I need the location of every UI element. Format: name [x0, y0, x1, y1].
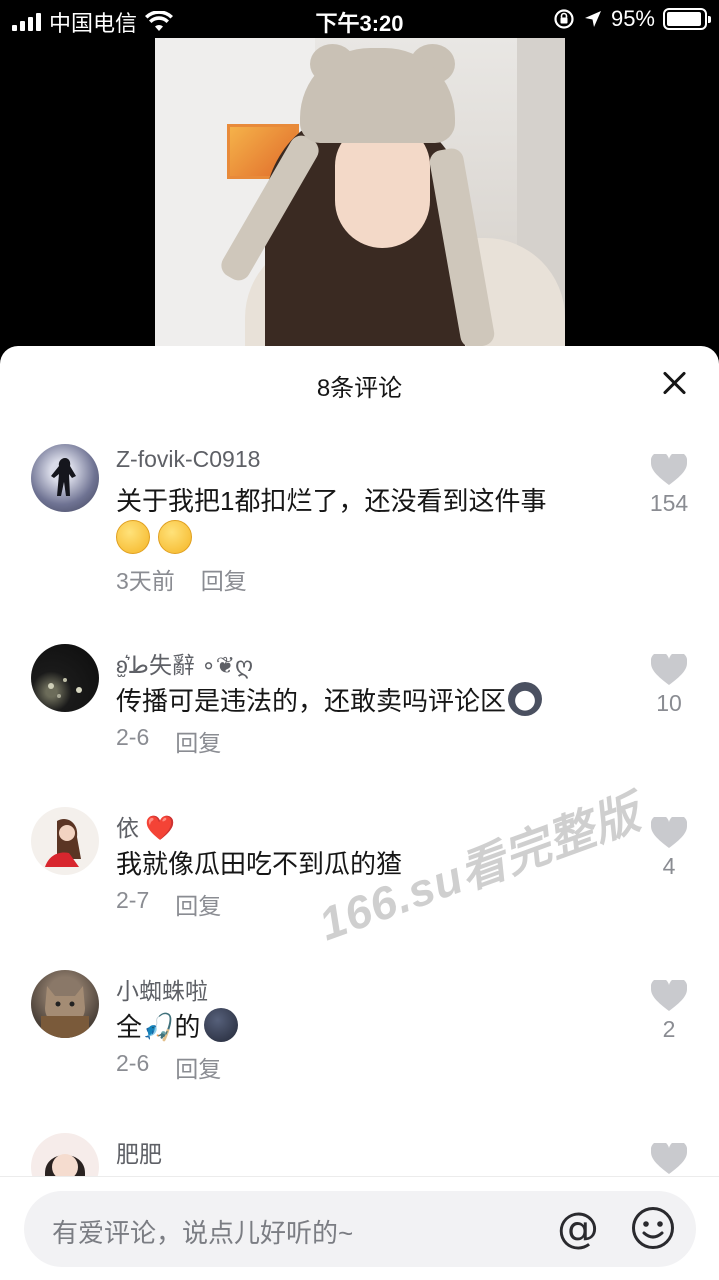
comment-item[interactable]: Z-fovik-C0918 关于我把1都扣烂了，还没看到这件事 3天前 回复 1…	[0, 436, 719, 636]
reply-button[interactable]: 回复	[175, 887, 221, 921]
reply-button[interactable]: 回复	[201, 562, 247, 596]
pleading-face-emoji	[116, 520, 150, 554]
avatar[interactable]	[31, 644, 99, 712]
avatar[interactable]	[31, 807, 99, 875]
comment-username[interactable]: 小蜘蛛啦	[116, 972, 208, 1006]
emoji-picker-icon[interactable]	[630, 1205, 676, 1251]
battery-icon	[663, 8, 711, 30]
avatar[interactable]	[31, 444, 99, 512]
heart-icon	[651, 1143, 687, 1174]
comment-input[interactable]: 有爱评论，说点儿好听的~ @	[24, 1191, 696, 1267]
like-button[interactable]: 4	[641, 817, 697, 880]
reply-button[interactable]: 回复	[175, 724, 221, 758]
like-count: 154	[649, 490, 689, 516]
comment-text: 全🎣的	[116, 1008, 636, 1047]
like-button[interactable]: 154	[641, 454, 697, 517]
like-button[interactable]: 2	[641, 980, 697, 1043]
like-button[interactable]	[641, 1143, 697, 1175]
comment-item[interactable]: 小蜘蛛啦 全🎣的 2-6 回复 2	[0, 962, 719, 1125]
dark-face-emoji	[204, 1008, 239, 1042]
comment-time: 2-6	[116, 1050, 150, 1076]
comment-list[interactable]: Z-fovik-C0918 关于我把1都扣烂了，还没看到这件事 3天前 回复 1…	[0, 436, 719, 1176]
heart-icon	[651, 654, 687, 685]
comment-item[interactable]: 依 ❤️ 我就像瓜田吃不到瓜的猹 2-7 回复 4	[0, 799, 719, 962]
fishing-emoji: 🎣	[142, 1013, 175, 1043]
like-count: 10	[656, 690, 682, 716]
close-icon[interactable]	[657, 366, 691, 400]
comment-time: 2-7	[116, 887, 150, 913]
status-bar: 中国电信 下午3:20 95%	[0, 0, 719, 40]
dog-face-emoji	[508, 682, 543, 716]
comment-text: 我就像瓜田吃不到瓜的猹	[116, 849, 403, 879]
mention-button[interactable]: @	[554, 1205, 602, 1253]
comment-input-placeholder: 有爱评论，说点儿好听的~	[52, 1218, 354, 1248]
comment-time: 2-6	[116, 724, 150, 750]
pleading-face-emoji	[158, 520, 192, 554]
comment-meta: 2-7 回复	[116, 887, 221, 921]
comment-input-bar: 有爱评论，说点儿好听的~ @	[0, 1176, 719, 1280]
comment-text: 传播可是违法的，还敢卖吗评论区	[116, 682, 636, 720]
comment-meta: 3天前 回复	[116, 562, 247, 596]
comment-username[interactable]: 依 ❤️	[116, 809, 175, 843]
comment-item[interactable]: 肥肥	[0, 1125, 719, 1176]
comment-text: 关于我把1都扣烂了，还没看到这件事	[116, 482, 636, 558]
location-icon	[584, 11, 601, 27]
like-button[interactable]: 10	[641, 654, 697, 717]
rotation-lock-icon	[554, 9, 574, 29]
like-count: 4	[662, 853, 676, 879]
avatar[interactable]	[31, 1133, 99, 1176]
comment-meta: 2-6 回复	[116, 1050, 221, 1084]
comment-count-title: 8条评论	[316, 375, 403, 402]
comment-item[interactable]: ʚ̫͛ط失辭 ∘❦ღ 传播可是违法的，还敢卖吗评论区 2-6 回复 10	[0, 636, 719, 799]
reply-button[interactable]: 回复	[175, 1050, 221, 1084]
video-preview[interactable]	[155, 38, 565, 358]
comment-username[interactable]: 肥肥	[116, 1135, 162, 1169]
heart-icon	[651, 454, 687, 485]
comment-username[interactable]: ʚ̫͛ط失辭 ∘❦ღ	[116, 646, 253, 680]
like-count: 2	[662, 1016, 676, 1042]
comment-username[interactable]: Z-fovik-C0918	[116, 446, 260, 473]
comment-meta: 2-6 回复	[116, 724, 221, 758]
heart-icon	[651, 980, 687, 1011]
avatar[interactable]	[31, 970, 99, 1038]
heart-icon	[651, 817, 687, 848]
comment-sheet: 8条评论 Z-fovik-C0918 关于我把1都扣烂了，还没看到这件事 3天前…	[0, 346, 719, 1280]
battery-percent: 95%	[610, 6, 655, 31]
red-heart-emoji: ❤️	[145, 815, 176, 842]
comment-time: 3天前	[116, 568, 175, 594]
